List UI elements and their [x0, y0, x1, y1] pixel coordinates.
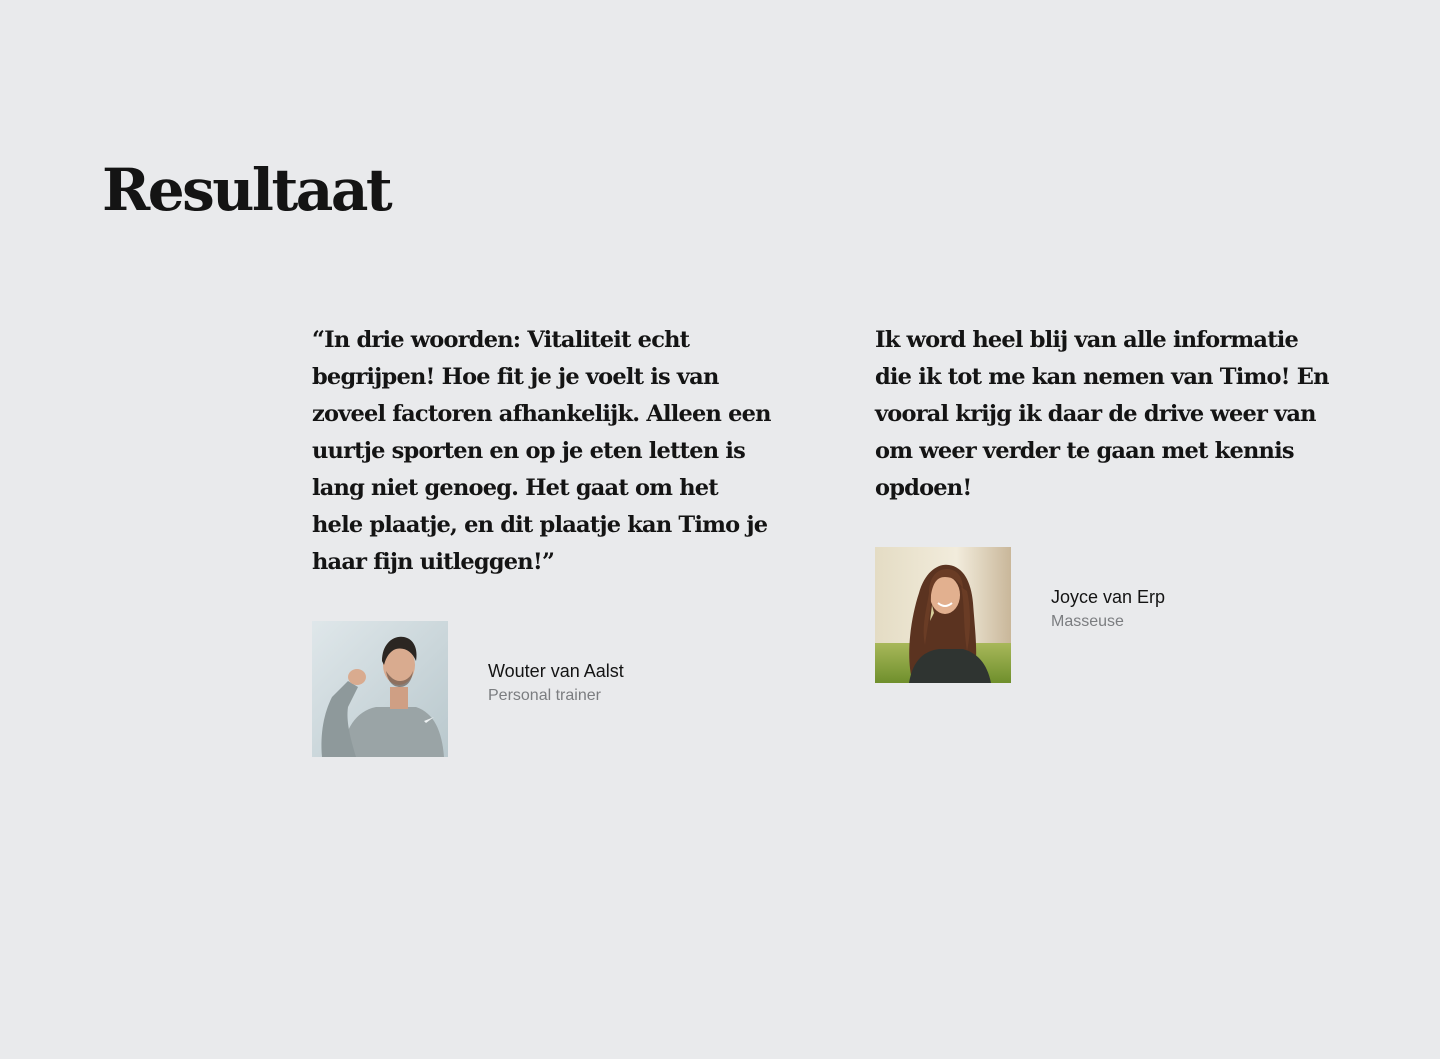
avatar-illustration [875, 547, 1011, 683]
avatar-photo-man [312, 621, 448, 757]
testimonial-author: Joyce van Erp Masseuse [875, 547, 1337, 683]
avatar-illustration [312, 621, 448, 757]
author-role: Personal trainer [488, 687, 601, 704]
testimonial-card: “In drie woorden: Vitaliteit echt begrij… [312, 322, 774, 757]
avatar-photo-woman [875, 547, 1011, 683]
testimonial-quote: Ik word heel blij van alle informatie di… [875, 327, 1330, 501]
author-info: Wouter van Aalst Personal trainer [488, 658, 624, 708]
testimonial-quote: “In drie woorden: Vitaliteit echt begrij… [312, 327, 772, 575]
testimonial-card: Ik word heel blij van alle informatie di… [875, 322, 1337, 683]
testimonial-author: Wouter van Aalst Personal trainer [312, 621, 774, 757]
author-name: Joyce van Erp [1051, 587, 1166, 607]
section-title: Resultaat [102, 156, 393, 224]
author-name: Wouter van Aalst [488, 661, 624, 681]
author-info: Joyce van Erp Masseuse [1051, 584, 1165, 634]
author-role: Masseuse [1051, 613, 1124, 630]
